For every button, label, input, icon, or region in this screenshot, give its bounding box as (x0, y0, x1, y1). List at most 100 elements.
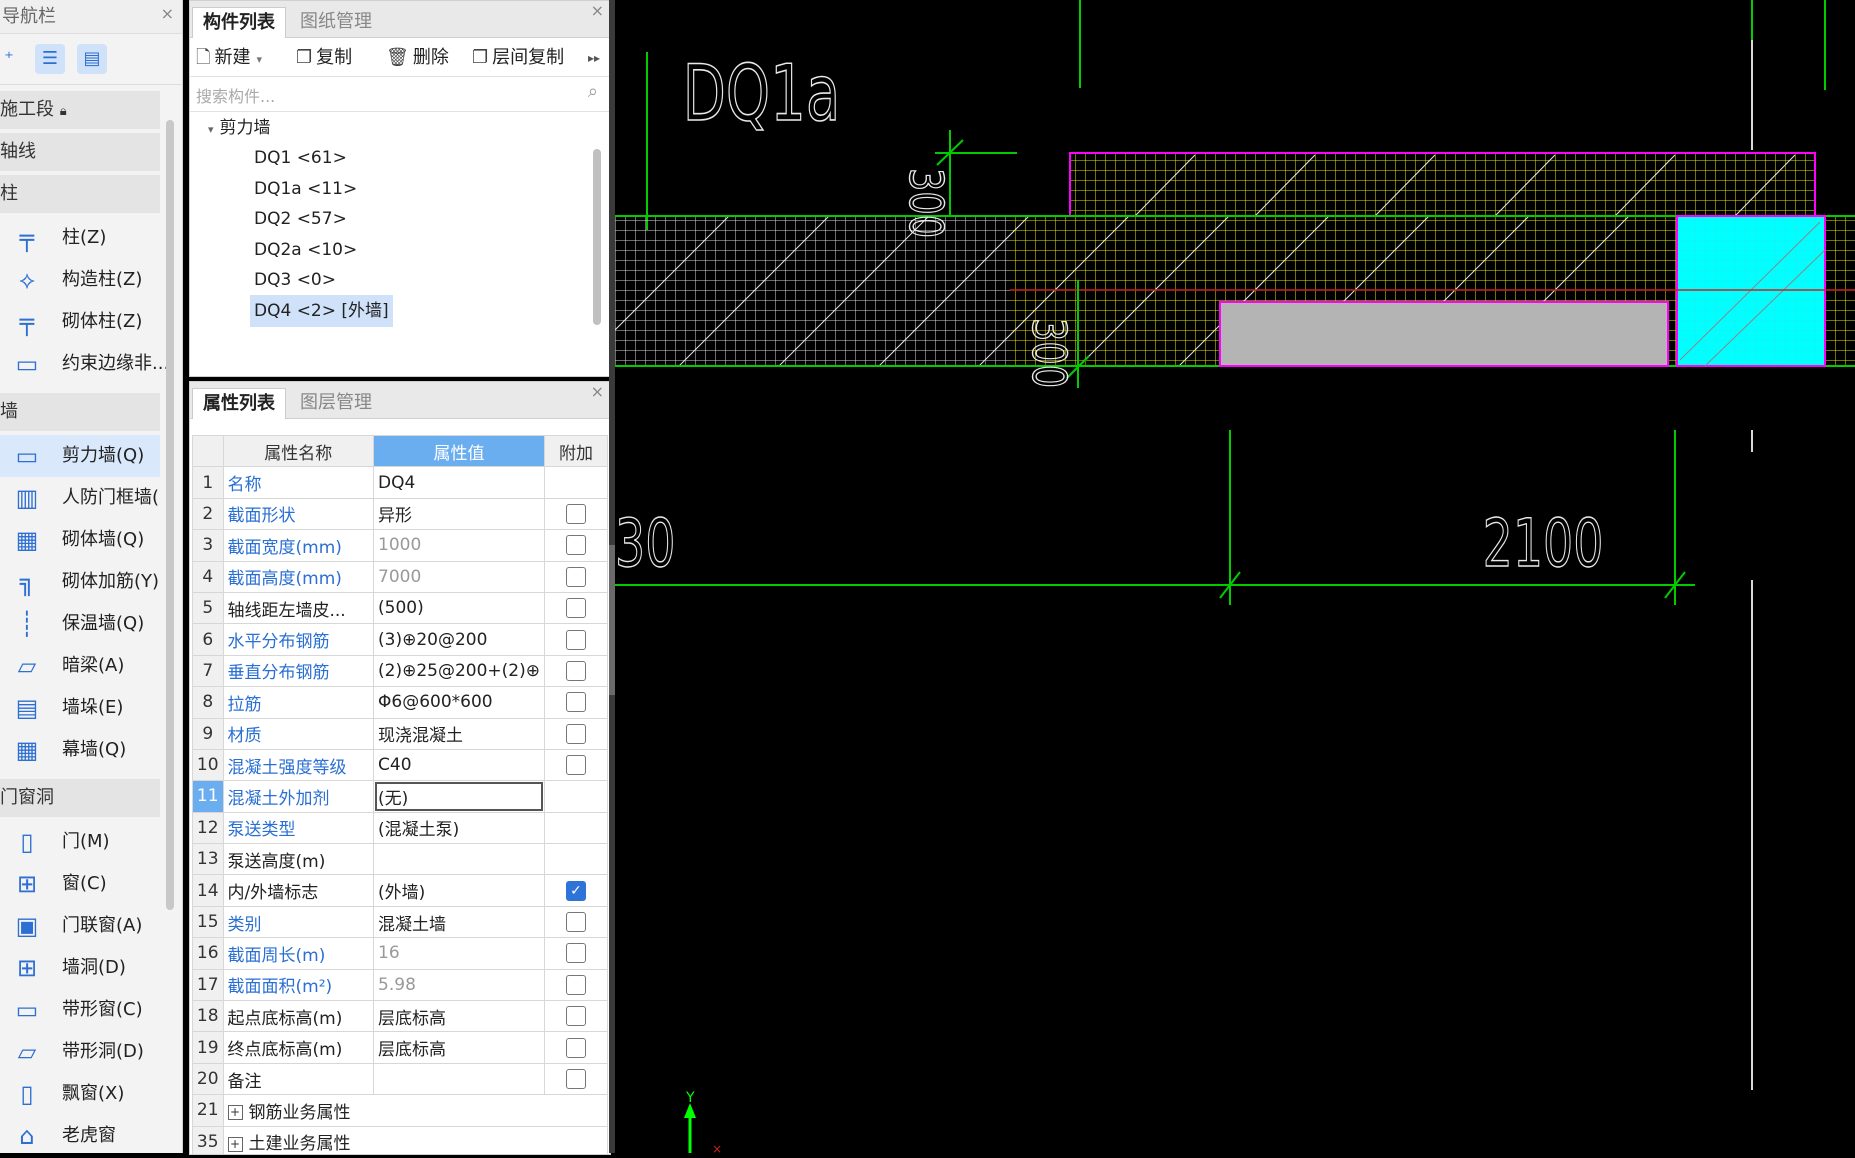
checkbox[interactable] (565, 1069, 586, 1089)
property-value[interactable]: 1000 (373, 529, 545, 562)
nav-item-wall-6[interactable]: ▤ 墙垛(E) (0, 687, 160, 729)
property-row[interactable]: 6 水平分布钢筋 (3)⊕20@200 (192, 623, 609, 656)
tab-component-list[interactable]: 构件列表 (192, 7, 286, 38)
property-value[interactable] (373, 843, 545, 876)
nav-item-wall-7[interactable]: ▦ 幕墙(Q) (0, 729, 160, 771)
property-value[interactable]: (混凝土泵) (373, 811, 545, 845)
property-value[interactable]: (无) (373, 780, 545, 813)
nav-item-wall-0[interactable]: ▭ 剪力墙(Q) (0, 435, 160, 477)
new-button[interactable]: 🗋︎ 新建 ▾ (196, 45, 262, 71)
tab-drawing-management[interactable]: 图纸管理 (290, 7, 382, 37)
property-value[interactable]: (500) (373, 591, 545, 625)
floor-copy-button[interactable]: ❐ 层间复制 (472, 45, 564, 71)
expand-plus-icon[interactable]: + (227, 1105, 243, 1121)
tree-item[interactable]: DQ1 <61> (254, 142, 347, 174)
checkbox-checked[interactable]: ✓ (565, 880, 586, 901)
property-row[interactable]: 17 截面面积(m²) 5.98 (192, 968, 609, 1002)
nav-item-wall-1[interactable]: ▥ 人防门框墙( (0, 477, 160, 519)
checkbox[interactable] (565, 503, 586, 524)
nav-item-col-0[interactable]: ╤ 柱(Z) (0, 217, 160, 259)
tab-property-list[interactable]: 属性列表 (192, 388, 286, 419)
property-row[interactable]: 14 内/外墙标志 (外墙) ✓ (192, 874, 609, 907)
delete-button[interactable]: 🗑︎ 删除 (386, 45, 449, 71)
nav-item-open-3[interactable]: ⊞ 墙洞(D) (0, 947, 160, 989)
property-row[interactable]: 15 类别 混凝土墙 (192, 905, 609, 939)
nav-item-open-7[interactable]: ⌂ 老虎窗 (0, 1115, 160, 1157)
nav-item-wall-4[interactable]: ┊ 保温墙(Q) (0, 603, 160, 645)
search-icon[interactable]: ⌕ (588, 81, 598, 102)
property-value[interactable]: 7000 (373, 560, 545, 593)
property-row[interactable]: 19 终点底标高(m) 层底标高 (192, 1031, 609, 1064)
property-value[interactable]: Φ6@600*600 (373, 686, 545, 719)
nav-item-open-0[interactable]: ▯ 门(M) (0, 821, 160, 863)
tree-item[interactable]: DQ2 <57> (254, 203, 347, 235)
nav-scrollbar[interactable] (166, 120, 174, 910)
property-row[interactable]: 1 名称 DQ4 (192, 466, 609, 499)
nav-item-wall-3[interactable]: ╗ 砌体加筋(Y) (0, 561, 160, 603)
nav-item-open-5[interactable]: ▱ 带形洞(D) (0, 1031, 160, 1073)
tree-item[interactable]: DQ1a <11> (254, 173, 357, 205)
tree-scrollbar[interactable] (593, 149, 601, 325)
section-wall[interactable]: 墙 (0, 393, 160, 431)
property-value[interactable] (373, 1062, 545, 1096)
checkbox[interactable] (565, 943, 586, 964)
drawing-canvas[interactable]: DQ1a 300 300 30 2100 Y × (614, 0, 1855, 1156)
property-row[interactable]: 12 泵送类型 (混凝土泵) (192, 811, 609, 845)
property-value[interactable]: 5.98 (373, 968, 545, 1002)
nav-item-wall-2[interactable]: ▦ 砌体墙(Q) (0, 519, 160, 561)
property-value[interactable]: 混凝土墙 (373, 905, 545, 939)
checkbox[interactable] (565, 629, 586, 650)
nav-item-open-6[interactable]: ▯ 飘窗(X) (0, 1073, 160, 1115)
checkbox[interactable] (565, 566, 586, 587)
property-row[interactable]: 18 起点底标高(m) 层底标高 (192, 1000, 609, 1033)
list-view-icon[interactable]: ☰ (35, 44, 65, 74)
property-value[interactable]: C40 (373, 748, 545, 782)
expand-icon[interactable]: ▾ (208, 123, 214, 136)
nav-item-col-3[interactable]: ▭ 约束边缘非... (0, 343, 170, 385)
property-row[interactable]: 8 拉筋 Φ6@600*600 (192, 686, 609, 719)
tab-layer-management[interactable]: 图层管理 (290, 388, 382, 418)
section-column[interactable]: 柱 (0, 175, 160, 213)
nav-item-wall-5[interactable]: ▱ 暗梁(A) (0, 645, 160, 687)
checkbox[interactable] (565, 660, 586, 681)
property-value[interactable]: 异形 (373, 497, 545, 531)
property-value[interactable]: DQ4 (373, 466, 545, 499)
checkbox[interactable] (565, 692, 586, 713)
nav-item-open-2[interactable]: ▣ 门联窗(A) (0, 905, 160, 947)
property-value[interactable]: (外墙) (373, 874, 545, 907)
section-opening[interactable]: 门窗洞 (0, 779, 160, 817)
property-value[interactable]: 16 (373, 937, 545, 970)
expand-plus-icon[interactable]: + (227, 1136, 243, 1152)
checkbox[interactable] (565, 912, 586, 933)
checkbox[interactable] (565, 598, 586, 619)
tree-item[interactable]: DQ2a <10> (254, 234, 357, 266)
more-icon[interactable]: ▸▸ (588, 45, 600, 71)
nav-item-open-4[interactable]: ▭ 带形窗(C) (0, 989, 160, 1031)
property-close-icon[interactable]: × (591, 382, 604, 401)
section-axis[interactable]: 轴线 (0, 133, 160, 171)
checkbox[interactable] (565, 535, 586, 556)
property-value[interactable]: (2)⊕25@200+(2)⊕ (373, 654, 545, 688)
property-row[interactable]: 11 混凝土外加剂 (无) (192, 780, 609, 813)
property-row[interactable]: 4 截面高度(mm) 7000 (192, 560, 609, 593)
property-row[interactable]: 5 轴线距左墙皮... (500) (192, 591, 609, 625)
cad-drawing[interactable]: DQ1a 300 300 30 2100 Y × (614, 0, 1855, 1156)
property-value[interactable]: 层底标高 (373, 1031, 545, 1064)
checkbox[interactable] (565, 974, 586, 995)
property-row[interactable]: 21 + 钢筋业务属性 (192, 1094, 608, 1127)
property-row[interactable]: 13 泵送高度(m) (192, 843, 609, 876)
add-icon[interactable]: ⁺ (0, 44, 24, 74)
checkbox[interactable] (565, 1037, 586, 1058)
component-search[interactable]: 搜索构件... ⌕ (190, 77, 610, 112)
search-input[interactable]: 搜索构件... (196, 83, 275, 107)
property-value[interactable]: 层底标高 (373, 1000, 545, 1033)
property-row[interactable]: 16 截面周长(m) 16 (192, 937, 609, 970)
property-row[interactable]: 2 截面形状 异形 (192, 497, 609, 531)
component-close-icon[interactable]: × (591, 1, 604, 20)
copy-button[interactable]: ❐ 复制 (296, 45, 352, 71)
property-row[interactable]: 7 垂直分布钢筋 (2)⊕25@200+(2)⊕ (192, 654, 609, 688)
detail-view-icon[interactable]: ▤ (77, 44, 107, 74)
tree-item[interactable]: DQ4 <2> [外墙] (250, 294, 393, 327)
property-row[interactable]: 10 混凝土强度等级 C40 (192, 748, 609, 782)
property-row[interactable]: 35 + 土建业务属性 (192, 1125, 608, 1154)
